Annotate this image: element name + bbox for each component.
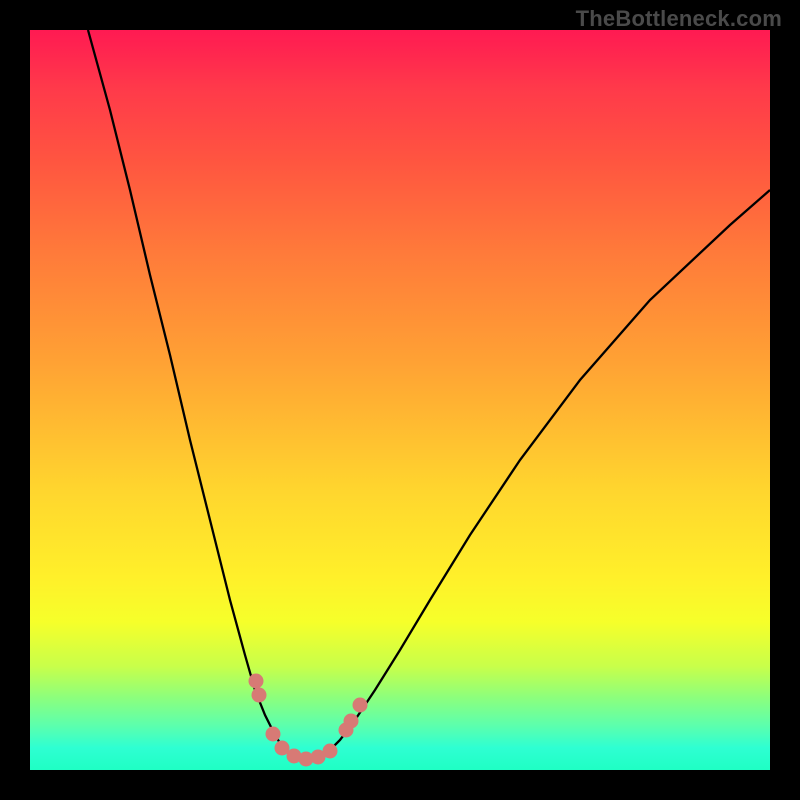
plot-area bbox=[30, 30, 770, 770]
watermark-text: TheBottleneck.com bbox=[576, 6, 782, 32]
data-point-marker bbox=[344, 714, 359, 729]
data-point-marker bbox=[323, 744, 338, 759]
data-point-marker bbox=[266, 727, 281, 742]
data-point-marker bbox=[252, 688, 267, 703]
bottleneck-curve-right bbox=[330, 190, 770, 750]
data-point-marker bbox=[353, 698, 368, 713]
bottleneck-curve-left bbox=[88, 30, 283, 748]
chart-frame: TheBottleneck.com bbox=[0, 0, 800, 800]
data-point-marker bbox=[249, 674, 264, 689]
curve-layer bbox=[30, 30, 770, 770]
